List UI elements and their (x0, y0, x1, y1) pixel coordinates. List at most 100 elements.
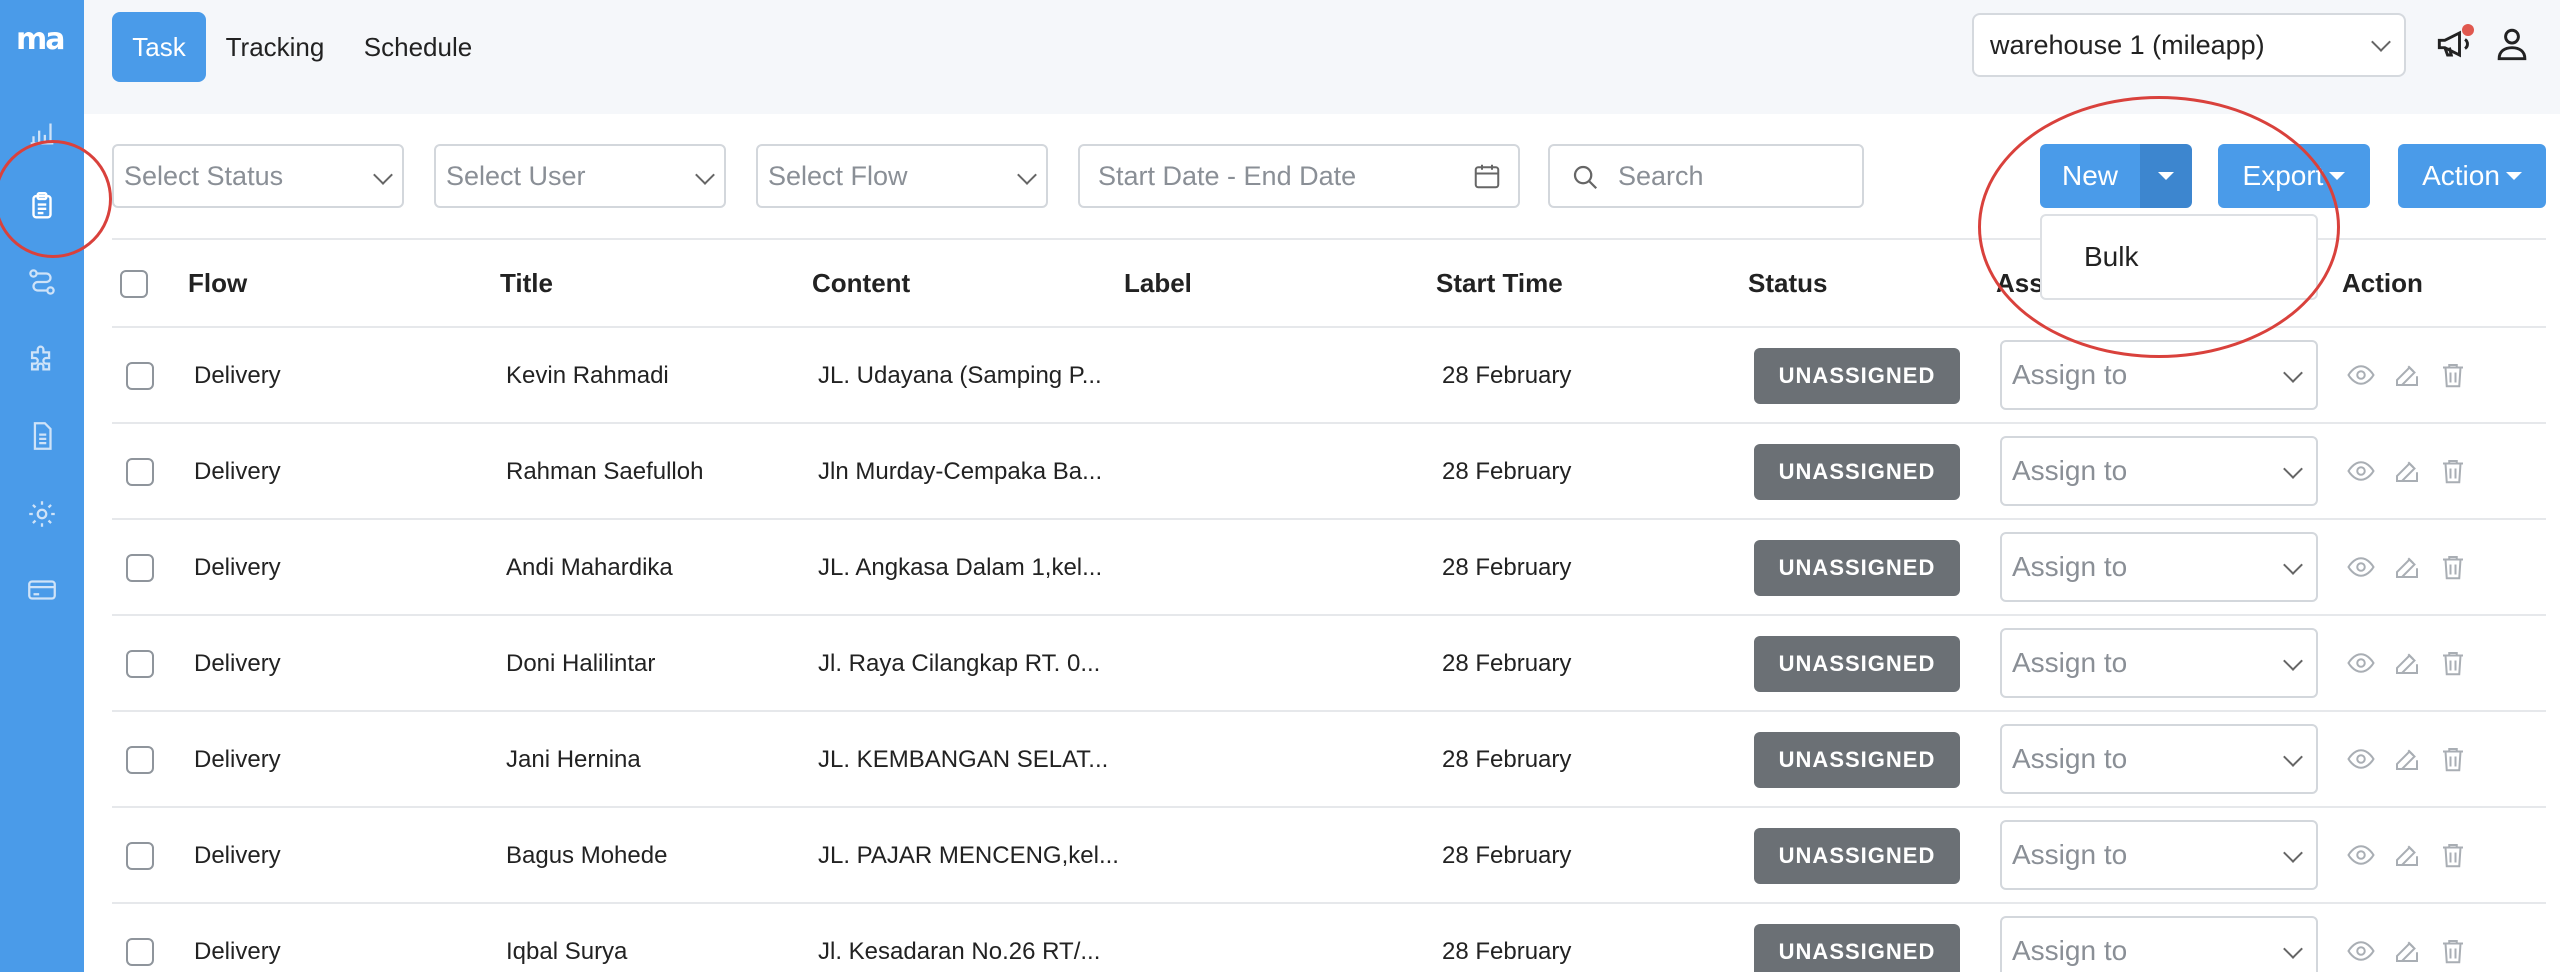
eye-icon[interactable] (2346, 456, 2376, 486)
status-badge: UNASSIGNED (1754, 540, 1960, 596)
cell-flow: Delivery (194, 842, 281, 869)
app-logo[interactable]: ma (16, 22, 65, 57)
search-input[interactable]: Search (1548, 144, 1864, 208)
trash-icon[interactable] (2438, 840, 2468, 870)
edit-icon[interactable] (2392, 648, 2422, 678)
tab-schedule[interactable]: Schedule (354, 12, 482, 82)
table-row[interactable]: Delivery Andi Mahardika JL. Angkasa Dalam … (112, 520, 2546, 616)
cell-flow: Delivery (194, 554, 281, 581)
cell-flow: Delivery (194, 362, 281, 389)
column-header-content[interactable]: Content (812, 268, 910, 299)
table-row[interactable]: Delivery Jani Hernina JL. KEMBANGAN SELAT.… (112, 712, 2546, 808)
megaphone-icon[interactable] (2432, 22, 2476, 66)
user-select-placeholder: Select User (446, 160, 586, 191)
table-row[interactable]: Delivery Bagus Mohede JL. PAJAR MENCENG,ke… (112, 808, 2546, 904)
cell-content: Jln Murday-Cempaka Ba... (818, 458, 1103, 485)
column-header-label[interactable]: Label (1124, 268, 1192, 299)
assign-select[interactable]: Assign to (2000, 436, 2318, 506)
eye-icon[interactable] (2346, 744, 2376, 774)
highlight-ring-new (1978, 96, 2340, 358)
assign-select-placeholder: Assign to (2012, 455, 2128, 486)
user-select[interactable]: Select User (434, 144, 726, 208)
calendar-icon[interactable] (1472, 161, 1502, 198)
cell-content: Jl. Kesadaran No.26 RT/... (818, 938, 1101, 965)
status-badge: UNASSIGNED (1754, 636, 1960, 692)
gear-icon[interactable] (22, 494, 62, 534)
action-button[interactable]: Action (2398, 144, 2546, 208)
trash-icon[interactable] (2438, 936, 2468, 966)
table-row[interactable]: Delivery Rahman Saefulloh Jln Murday-Cempa… (112, 424, 2546, 520)
row-checkbox[interactable] (126, 650, 154, 678)
tab-tracking[interactable]: Tracking (220, 12, 330, 82)
edit-icon[interactable] (2392, 456, 2422, 486)
row-checkbox[interactable] (126, 746, 154, 774)
edit-icon[interactable] (2392, 360, 2422, 390)
document-icon[interactable] (22, 416, 62, 456)
cell-title: Andi Mahardika (506, 554, 673, 581)
date-range-placeholder: Start Date - End Date (1098, 160, 1357, 191)
eye-icon[interactable] (2346, 936, 2376, 966)
chevron-down-icon (2283, 459, 2303, 479)
flow-select-placeholder: Select Flow (768, 160, 908, 191)
table-row[interactable]: Delivery Doni Halilintar Jl. Raya Cilangka… (112, 616, 2546, 712)
user-icon[interactable] (2490, 22, 2534, 66)
column-header-start-time[interactable]: Start Time (1436, 268, 1563, 299)
cell-title: Iqbal Surya (506, 938, 628, 965)
row-checkbox[interactable] (126, 554, 154, 582)
warehouse-select-value: warehouse 1 (mileapp) (1990, 29, 2265, 60)
edit-icon[interactable] (2392, 744, 2422, 774)
assign-select[interactable]: Assign to (2000, 820, 2318, 890)
column-header-flow[interactable]: Flow (188, 268, 247, 299)
chevron-down-icon (373, 165, 393, 185)
assign-select[interactable]: Assign to (2000, 628, 2318, 698)
select-all-checkbox[interactable] (120, 270, 148, 298)
assign-select[interactable]: Assign to (2000, 916, 2318, 972)
chevron-down-icon (2283, 747, 2303, 767)
row-checkbox[interactable] (126, 842, 154, 870)
warehouse-select[interactable]: warehouse 1 (mileapp) (1972, 13, 2406, 77)
cell-title: Rahman Saefulloh (506, 458, 704, 485)
flow-select[interactable]: Select Flow (756, 144, 1048, 208)
row-checkbox[interactable] (126, 362, 154, 390)
trash-icon[interactable] (2438, 552, 2468, 582)
status-badge: UNASSIGNED (1754, 732, 1960, 788)
chevron-down-icon (2371, 32, 2391, 52)
puzzle-icon[interactable] (22, 338, 62, 378)
column-header-status[interactable]: Status (1748, 268, 1827, 299)
trash-icon[interactable] (2438, 744, 2468, 774)
edit-icon[interactable] (2392, 552, 2422, 582)
eye-icon[interactable] (2346, 552, 2376, 582)
column-header-action[interactable]: Action (2342, 268, 2423, 299)
status-select[interactable]: Select Status (112, 144, 404, 208)
row-checkbox[interactable] (126, 458, 154, 486)
assign-select[interactable]: Assign to (2000, 724, 2318, 794)
tab-task[interactable]: Task (112, 12, 206, 82)
column-header-title[interactable]: Title (500, 268, 553, 299)
eye-icon[interactable] (2346, 360, 2376, 390)
eye-icon[interactable] (2346, 648, 2376, 678)
caret-down-icon (2505, 172, 2522, 180)
cell-start-time: 28 February (1442, 842, 1572, 869)
trash-icon[interactable] (2438, 360, 2468, 390)
cell-title: Kevin Rahmadi (506, 362, 669, 389)
status-badge: UNASSIGNED (1754, 828, 1960, 884)
trash-icon[interactable] (2438, 648, 2468, 678)
assign-select-placeholder: Assign to (2012, 359, 2128, 390)
assign-select[interactable]: Assign to (2000, 532, 2318, 602)
edit-icon[interactable] (2392, 936, 2422, 966)
eye-icon[interactable] (2346, 840, 2376, 870)
status-badge: UNASSIGNED (1754, 348, 1960, 404)
date-range-input[interactable]: Start Date - End Date (1078, 144, 1520, 208)
route-icon[interactable] (22, 262, 62, 302)
table-row[interactable]: Delivery Iqbal Surya Jl. Kesadaran No.26 R… (112, 904, 2546, 972)
cell-content: JL. Udayana (Samping P... (818, 362, 1102, 389)
edit-icon[interactable] (2392, 840, 2422, 870)
status-badge: UNASSIGNED (1754, 444, 1960, 500)
cell-content: Jl. Raya Cilangkap RT. 0... (818, 650, 1101, 677)
trash-icon[interactable] (2438, 456, 2468, 486)
credit-card-icon[interactable] (22, 570, 62, 610)
row-checkbox[interactable] (126, 938, 154, 966)
cell-flow: Delivery (194, 650, 281, 677)
cell-content: JL. PAJAR MENCENG,kel... (818, 842, 1119, 869)
chevron-down-icon (2283, 843, 2303, 863)
